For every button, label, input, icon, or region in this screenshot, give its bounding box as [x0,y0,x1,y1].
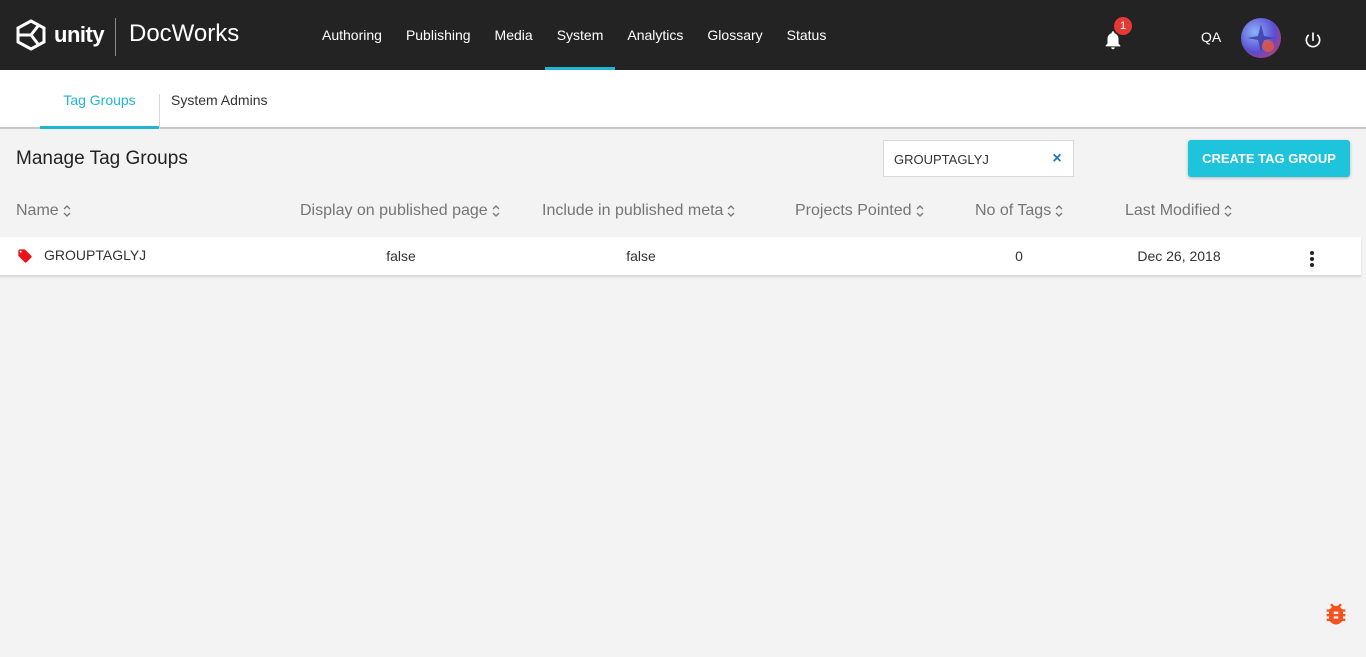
nav-analytics[interactable]: Analytics [615,0,695,70]
column-header-projects-pointed[interactable]: Projects Pointed [795,202,924,220]
sort-icon [63,205,71,217]
unity-logo[interactable]: unity [14,18,105,52]
cell-last-modified: Dec 26, 2018 [1137,248,1221,264]
column-header-no-of-tags[interactable]: No of Tags [975,202,1063,220]
cell-name[interactable]: GROUPTAGLYJ [44,247,146,263]
nav-system[interactable]: System [544,0,616,70]
column-header-include-in-published-meta[interactable]: Include in published meta [542,202,735,220]
avatar[interactable] [1241,18,1281,58]
search-box: × [883,140,1074,177]
main-nav: Authoring Publishing Media System Analyt… [310,0,838,70]
table-row[interactable]: GROUPTAGLYJ false false 0 Dec 26, 2018 [0,237,1361,276]
sort-icon [492,205,500,217]
nav-media[interactable]: Media [483,0,545,70]
search-input[interactable] [894,149,1044,169]
column-label: No of Tags [975,202,1052,219]
sub-tab-bar: Tag Groups System Admins [0,70,1366,129]
logo-divider [115,18,116,56]
nav-publishing[interactable]: Publishing [394,0,483,70]
column-header-name[interactable]: Name [16,202,71,220]
sort-icon [1055,205,1063,217]
column-label: Projects Pointed [795,202,912,219]
column-label: Include in published meta [542,202,724,219]
cell-display-on-published-page: false [386,248,416,264]
power-icon[interactable] [1303,30,1323,50]
app-title: DocWorks [129,20,240,47]
tab-divider [159,94,160,129]
column-label: Display on published page [300,202,488,219]
more-options-icon[interactable] [1302,249,1322,269]
column-header-last-modified[interactable]: Last Modified [1125,202,1232,220]
sort-icon [1224,205,1232,217]
cell-no-of-tags: 0 [1015,248,1023,264]
tag-icon [18,249,32,263]
tab-system-admins[interactable]: System Admins [171,70,267,129]
unity-cube-icon [16,19,46,51]
top-bar: unity DocWorks Authoring Publishing Medi… [0,0,1366,70]
table-header: Name Display on published page Include i… [0,188,1366,236]
column-label: Last Modified [1125,202,1221,219]
bug-report-icon[interactable] [1322,600,1350,628]
avatar-image [1247,24,1275,52]
sort-icon [727,205,735,217]
nav-glossary[interactable]: Glossary [695,0,774,70]
nav-authoring[interactable]: Authoring [310,0,394,70]
nav-status[interactable]: Status [775,0,839,70]
notification-badge: 1 [1114,17,1132,35]
column-label: Name [16,202,59,219]
cell-include-in-published-meta: false [626,248,656,264]
column-header-display-on-published-page[interactable]: Display on published page [300,202,500,220]
create-tag-group-button[interactable]: CREATE TAG GROUP [1188,140,1350,177]
user-label[interactable]: QA [1201,29,1221,45]
sort-icon [916,205,923,217]
tab-tag-groups[interactable]: Tag Groups [40,70,159,129]
logo-text: unity [54,22,105,47]
clear-search-icon[interactable]: × [1049,151,1065,167]
page-title: Manage Tag Groups [16,148,188,169]
